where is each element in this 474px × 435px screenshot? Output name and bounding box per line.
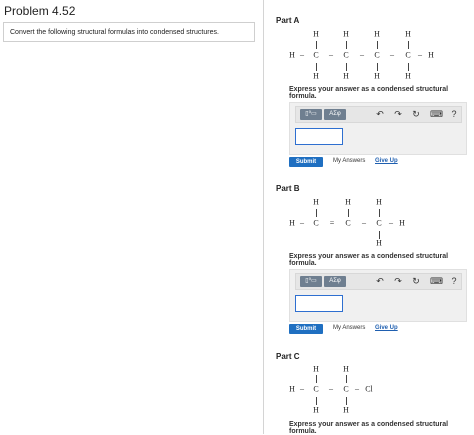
atom-h: H — [428, 50, 434, 60]
bond-double: = — [329, 218, 335, 228]
atom-h: H — [376, 238, 382, 248]
atom-h: H — [343, 405, 349, 415]
atom-h: H — [289, 384, 295, 394]
bond-vertical — [346, 397, 347, 405]
bond-vertical — [316, 397, 317, 405]
greek-symbols-button[interactable]: AΣφ — [324, 276, 346, 287]
atom-c: C — [313, 50, 319, 60]
redo-icon[interactable]: ↷ — [392, 108, 404, 121]
answer-input[interactable] — [295, 295, 343, 312]
bond-single: – — [300, 50, 304, 60]
bond-vertical — [348, 209, 349, 217]
atom-h: H — [313, 71, 319, 81]
template-button[interactable]: ▯⁰▭ — [300, 276, 322, 287]
bond-single: – — [300, 218, 304, 228]
part-a-title: Part A — [276, 16, 300, 25]
bond-vertical — [408, 63, 409, 71]
bond-vertical — [377, 41, 378, 49]
atom-h: H — [313, 197, 319, 207]
atom-h: H — [399, 218, 405, 228]
problem-panel: Problem 4.52 Convert the following struc… — [0, 0, 262, 434]
greek-symbols-button[interactable]: AΣφ — [324, 109, 346, 120]
part-c-title: Part C — [276, 352, 300, 361]
bond-vertical — [316, 375, 317, 383]
my-answers-link[interactable]: My Answers — [333, 158, 365, 164]
problem-title: Problem 4.52 — [4, 4, 76, 18]
atom-c: C — [374, 50, 380, 60]
reset-icon[interactable]: ↻ — [410, 275, 422, 288]
keyboard-icon[interactable]: ⌨ — [430, 275, 443, 288]
atom-c: C — [405, 50, 411, 60]
atom-c: C — [376, 218, 382, 228]
undo-icon[interactable]: ↶ — [374, 108, 386, 121]
help-icon[interactable]: ? — [448, 108, 460, 121]
atom-cl: Cl — [365, 384, 373, 394]
bond-vertical — [316, 63, 317, 71]
give-up-link[interactable]: Give Up — [375, 325, 398, 331]
atom-h: H — [289, 218, 295, 228]
part-a-answer-panel: ▯⁰▭ AΣφ ↶ ↷ ↻ ⌨ ? — [289, 102, 467, 155]
submit-button[interactable]: Submit — [289, 324, 323, 334]
part-b-instruction: Express your answer as a condensed struc… — [289, 253, 449, 267]
atom-h: H — [289, 50, 295, 60]
submit-button[interactable]: Submit — [289, 157, 323, 167]
atom-h: H — [405, 71, 411, 81]
atom-h: H — [343, 364, 349, 374]
keyboard-icon[interactable]: ⌨ — [430, 108, 443, 121]
equation-toolbar: ▯⁰▭ AΣφ ↶ ↷ ↻ ⌨ ? — [295, 273, 462, 290]
answer-input[interactable] — [295, 128, 343, 145]
redo-icon[interactable]: ↷ — [392, 275, 404, 288]
bond-single: – — [329, 50, 333, 60]
atom-h: H — [376, 197, 382, 207]
bond-vertical — [316, 209, 317, 217]
bond-single: – — [360, 50, 364, 60]
undo-icon[interactable]: ↶ — [374, 275, 386, 288]
atom-c: C — [343, 384, 349, 394]
atom-h: H — [374, 71, 380, 81]
atom-h: H — [343, 71, 349, 81]
atom-c: C — [313, 384, 319, 394]
bond-vertical — [346, 375, 347, 383]
give-up-link[interactable]: Give Up — [375, 158, 398, 164]
bond-vertical — [408, 41, 409, 49]
bond-single: – — [355, 384, 359, 394]
instruction-box: Convert the following structural formula… — [3, 22, 255, 42]
bond-single: – — [390, 50, 394, 60]
part-c-instruction: Express your answer as a condensed struc… — [289, 421, 449, 435]
equation-toolbar: ▯⁰▭ AΣφ ↶ ↷ ↻ ⌨ ? — [295, 106, 462, 123]
template-button[interactable]: ▯⁰▭ — [300, 109, 322, 120]
part-b-answer-panel: ▯⁰▭ AΣφ ↶ ↷ ↻ ⌨ ? — [289, 269, 467, 322]
bond-single: – — [300, 384, 304, 394]
bond-vertical — [346, 41, 347, 49]
part-b-title: Part B — [276, 184, 300, 193]
atom-h: H — [313, 405, 319, 415]
atom-h: H — [374, 29, 380, 39]
part-a-instruction: Express your answer as a condensed struc… — [289, 86, 449, 100]
bond-vertical — [316, 41, 317, 49]
atom-c: C — [345, 218, 351, 228]
bond-single: – — [389, 218, 393, 228]
bond-single: – — [362, 218, 366, 228]
bond-single: – — [418, 50, 422, 60]
atom-h: H — [343, 29, 349, 39]
atom-c: C — [343, 50, 349, 60]
bond-vertical — [379, 209, 380, 217]
atom-c: C — [313, 218, 319, 228]
atom-h: H — [313, 364, 319, 374]
bond-single: – — [329, 384, 333, 394]
atom-h: H — [313, 29, 319, 39]
panel-divider — [263, 0, 264, 434]
bond-vertical — [377, 63, 378, 71]
atom-h: H — [405, 29, 411, 39]
my-answers-link[interactable]: My Answers — [333, 325, 365, 331]
atom-h: H — [345, 197, 351, 207]
help-icon[interactable]: ? — [448, 275, 460, 288]
reset-icon[interactable]: ↻ — [410, 108, 422, 121]
bond-vertical — [346, 63, 347, 71]
